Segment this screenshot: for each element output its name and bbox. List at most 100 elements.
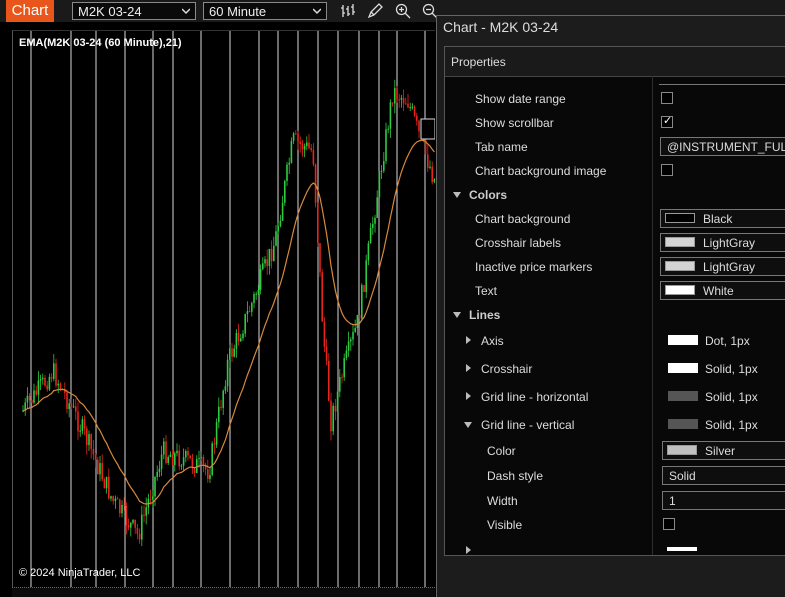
chart-background-image-checkbox[interactable] xyxy=(661,164,673,176)
candle-body xyxy=(308,142,310,149)
candle-body xyxy=(119,499,121,514)
collapse-icon[interactable] xyxy=(464,422,472,428)
candlestick-chart[interactable] xyxy=(13,31,435,587)
draw-pencil-icon[interactable] xyxy=(367,3,383,19)
instrument-selector[interactable]: M2K 03-24 xyxy=(72,2,196,20)
candle-body xyxy=(50,376,53,379)
price-chart[interactable]: EMA(M2K 03-24 (60 Minute),21) © 2024 Nin… xyxy=(12,30,435,587)
candle-body xyxy=(198,458,200,460)
row-grid-vertical-color[interactable]: Color Silver xyxy=(445,440,785,462)
candle-body xyxy=(345,350,348,359)
collapse-icon[interactable] xyxy=(453,312,461,318)
candle-body xyxy=(257,289,260,294)
chart-tab[interactable]: Chart xyxy=(6,0,54,22)
instrument-value: M2K 03-24 xyxy=(78,4,142,19)
show-scrollbar-checkbox[interactable]: ✓ xyxy=(661,115,673,128)
candle-body xyxy=(374,217,376,224)
collapse-icon[interactable] xyxy=(453,192,461,198)
candle-body xyxy=(48,376,51,390)
candle-body xyxy=(169,454,172,457)
show-date-range-checkbox[interactable] xyxy=(661,92,673,104)
inactive-price-markers-color-picker[interactable]: LightGray xyxy=(660,257,785,276)
candle-body xyxy=(213,443,216,445)
candle-body xyxy=(77,411,79,432)
candle-body xyxy=(275,231,277,246)
row-crosshair-line[interactable]: Crosshair Solid, 1px xyxy=(445,358,785,380)
candle-body xyxy=(26,395,29,403)
candle-body xyxy=(70,403,73,407)
row-show-scrollbar[interactable]: Show scrollbar ✓ xyxy=(445,112,785,134)
text-color-picker[interactable]: White xyxy=(660,281,785,300)
line-value: Solid, 1px xyxy=(705,390,758,404)
grid-vertical-color-picker[interactable]: Silver xyxy=(662,441,785,460)
candle-body xyxy=(33,390,35,403)
candle-body xyxy=(332,405,334,432)
candle-body xyxy=(306,142,308,147)
visible-checkbox[interactable] xyxy=(663,518,675,530)
candle-body xyxy=(396,88,398,100)
candle-body xyxy=(372,223,374,229)
candle-body xyxy=(427,154,429,168)
crosshair-labels-color-picker[interactable]: LightGray xyxy=(660,233,785,252)
candle-body xyxy=(248,311,251,313)
width-input[interactable]: 1 xyxy=(662,491,785,510)
candle-body xyxy=(156,471,158,477)
candle-body xyxy=(174,453,176,465)
candle-body xyxy=(259,269,262,290)
candle-body xyxy=(167,456,169,463)
candle-body xyxy=(255,293,257,295)
candle-body xyxy=(165,441,167,463)
input-value: 1 xyxy=(669,494,676,508)
row-crosshair-labels[interactable]: Crosshair labels LightGray xyxy=(445,232,785,254)
category-colors[interactable]: Colors xyxy=(445,184,785,206)
tab-name-input[interactable]: @INSTRUMENT_FULL xyxy=(660,137,785,156)
candle-body xyxy=(310,148,312,151)
row-grid-vertical-width[interactable]: Width 1 xyxy=(445,490,785,512)
candle-body xyxy=(341,377,343,379)
category-lines[interactable]: Lines xyxy=(445,304,785,326)
candle-body xyxy=(235,332,238,349)
row-tab-name[interactable]: Tab name @INSTRUMENT_FULL xyxy=(445,136,785,158)
expand-icon[interactable] xyxy=(466,392,471,400)
candle-body xyxy=(413,106,416,116)
candle-body xyxy=(240,338,242,342)
expand-icon[interactable] xyxy=(466,364,471,372)
candle-body xyxy=(299,141,301,144)
properties-grid: Properties Show date range Show scrollba… xyxy=(444,46,785,556)
candle-body xyxy=(297,133,299,142)
candle-body xyxy=(127,525,130,528)
row-show-date-range[interactable]: Show date range xyxy=(445,88,785,110)
category-label: Lines xyxy=(469,308,501,322)
row-grid-vertical-visible[interactable]: Visible xyxy=(445,514,785,536)
candle-body xyxy=(336,391,339,412)
candle-body xyxy=(394,88,396,104)
color-value: Silver xyxy=(705,444,736,458)
candle-body xyxy=(160,454,163,469)
candle-body xyxy=(112,496,114,502)
dash-style-select[interactable]: Solid xyxy=(662,466,785,485)
candle-body xyxy=(387,128,389,130)
row-grid-line-horizontal[interactable]: Grid line - horizontal Solid, 1px xyxy=(445,386,785,408)
row-text-color[interactable]: Text White xyxy=(445,280,785,302)
row-grid-vertical-dash-style[interactable]: Dash style Solid xyxy=(445,465,785,487)
candle-body xyxy=(53,363,55,379)
color-swatch xyxy=(665,285,695,295)
candle-body xyxy=(347,341,350,351)
row-grid-line-vertical[interactable]: Grid line - vertical Solid, 1px xyxy=(445,414,785,436)
row-label: Axis xyxy=(481,334,504,348)
row-chart-background-image[interactable]: Chart background image xyxy=(445,160,785,182)
row-inactive-price-markers[interactable]: Inactive price markers LightGray xyxy=(445,256,785,278)
candle-body xyxy=(431,166,433,183)
row-axis-line[interactable]: Axis Dot, 1px xyxy=(445,330,785,352)
candle-body xyxy=(130,522,132,528)
expand-icon[interactable] xyxy=(466,336,471,344)
candle-body xyxy=(136,527,139,534)
interval-selector[interactable]: 60 Minute xyxy=(203,2,327,20)
row-label: Crosshair xyxy=(481,362,533,376)
zoom-in-icon[interactable] xyxy=(395,3,411,19)
line-value: Solid, 1px xyxy=(705,362,758,376)
bar-type-icon[interactable] xyxy=(340,3,356,19)
row-chart-background[interactable]: Chart background Black xyxy=(445,208,785,230)
dialog-title: Chart - M2K 03-24 xyxy=(443,19,559,35)
chart-background-color-picker[interactable]: Black xyxy=(660,209,785,228)
